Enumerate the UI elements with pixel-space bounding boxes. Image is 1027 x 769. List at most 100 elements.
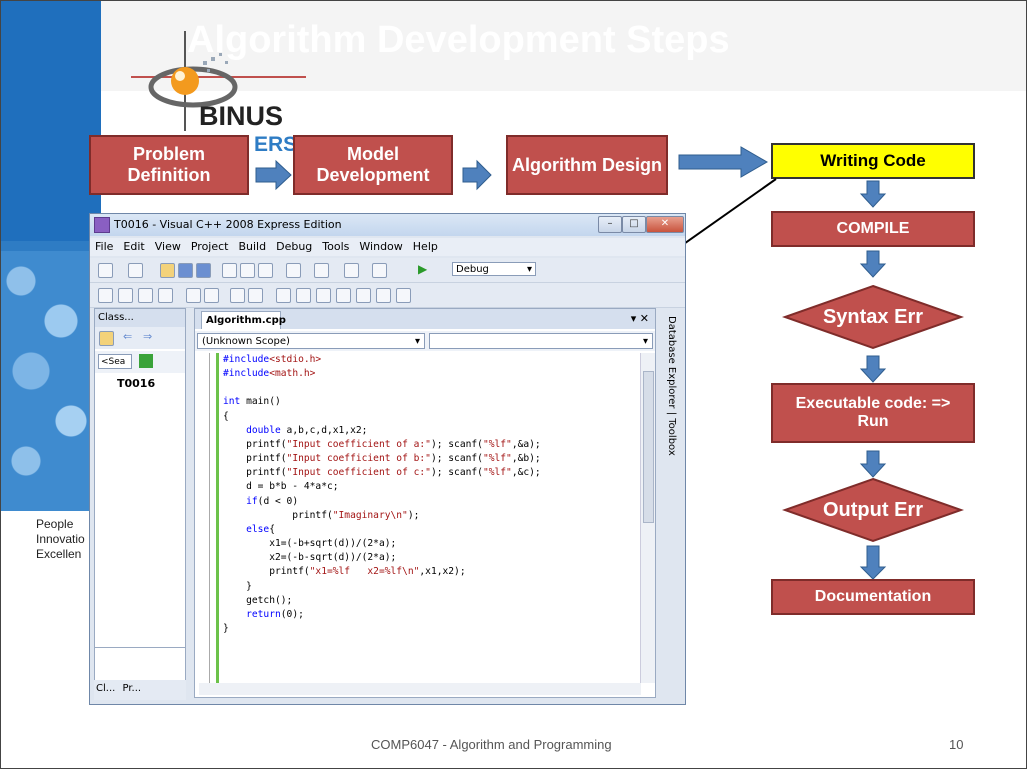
- config-select[interactable]: Debug ▾: [452, 262, 536, 276]
- toolbar-icon[interactable]: [118, 288, 133, 303]
- comment-icon[interactable]: [230, 288, 245, 303]
- menu-window[interactable]: Window: [354, 238, 407, 255]
- save-icon[interactable]: [178, 263, 193, 278]
- menu-tools[interactable]: Tools: [317, 238, 354, 255]
- bookmark-doc-icon[interactable]: [356, 288, 371, 303]
- toolbar-icon[interactable]: [158, 288, 173, 303]
- scope-value: (Unknown Scope): [202, 336, 290, 347]
- side-tool-windows: Database Explorer | Toolbox: [664, 308, 682, 508]
- indent-icon[interactable]: [204, 288, 219, 303]
- add-item-icon[interactable]: [128, 263, 143, 278]
- code-line: else{: [246, 523, 275, 535]
- bookmark-folder-icon[interactable]: [336, 288, 351, 303]
- footer-course: COMP6047 - Algorithm and Programming: [371, 737, 612, 752]
- bookmark-clear-icon[interactable]: [376, 288, 391, 303]
- code-line: printf("Imaginary\n");: [223, 509, 420, 521]
- app-icon: [94, 217, 110, 233]
- ide-title: T0016 - Visual C++ 2008 Express Edition: [114, 218, 342, 231]
- down-arrow-icon: [859, 450, 887, 478]
- maximize-icon[interactable]: □: [622, 216, 646, 233]
- bookmark-icon[interactable]: [276, 288, 291, 303]
- code-line: printf("x1=%lf x2=%lf\n",x1,x2);: [223, 566, 466, 578]
- bookmark-next-icon[interactable]: [316, 288, 331, 303]
- panel-tabs: Cl... Pr...: [94, 680, 186, 700]
- code-line: double a,b,c,d,x1,x2;: [246, 424, 368, 436]
- vertical-scrollbar[interactable]: [640, 353, 655, 683]
- tab-property-manager[interactable]: Pr...: [120, 680, 143, 697]
- code-line: x2=(-b-sqrt(d))/(2*a);: [223, 552, 397, 564]
- standard-toolbar: ▶ Debug ▾: [90, 258, 685, 283]
- code-line: getch();: [223, 594, 293, 606]
- menu-help[interactable]: Help: [408, 238, 443, 255]
- step-documentation: Documentation: [771, 579, 975, 615]
- tab-toolbox[interactable]: Toolbox: [666, 418, 677, 456]
- class-view-header: Class...: [95, 309, 185, 327]
- undo-icon[interactable]: [286, 263, 301, 278]
- menu-build[interactable]: Build: [233, 238, 271, 255]
- panel-divider: [95, 647, 185, 648]
- search-input[interactable]: <Sea: [98, 354, 132, 369]
- step-compile: COMPILE: [771, 211, 975, 247]
- menu-debug[interactable]: Debug: [271, 238, 317, 255]
- ide-menubar: File Edit View Project Build Debug Tools Window…: [90, 238, 685, 256]
- tab-side-panel[interactable]: Database Explorer | Toolbox: [666, 316, 677, 456]
- code-line: {: [223, 410, 229, 422]
- menu-file[interactable]: File: [90, 238, 118, 255]
- toolbar-icon[interactable]: [138, 288, 153, 303]
- forward-icon[interactable]: ⇒: [143, 330, 152, 343]
- slide: BINUS ERS Algorithm Development Steps Pe…: [0, 0, 1027, 769]
- code-line: if(d < 0): [246, 495, 299, 507]
- code-line: printf("Input coefficient of c:"); scanf…: [223, 467, 541, 479]
- copy-icon[interactable]: [240, 263, 255, 278]
- new-project-icon[interactable]: [98, 263, 113, 278]
- folder-icon[interactable]: [99, 331, 114, 346]
- close-icon[interactable]: ✕: [646, 216, 684, 233]
- tab-algorithm-cpp[interactable]: Algorithm.cpp: [201, 311, 286, 329]
- code-line: }: [223, 622, 229, 634]
- save-all-icon[interactable]: [196, 263, 211, 278]
- code-line: printf("Input coefficient of a:"); scanf…: [223, 438, 541, 450]
- editor-gutter: [209, 353, 220, 693]
- class-view-panel: Class... ⇐ ⇒ <Sea T0016: [94, 308, 186, 698]
- uncomment-icon[interactable]: [248, 288, 263, 303]
- menu-project[interactable]: Project: [186, 238, 234, 255]
- tab-database-explorer[interactable]: Database Explorer: [666, 316, 677, 409]
- member-select[interactable]: ▾: [429, 333, 653, 349]
- code-line: }: [223, 580, 252, 592]
- horizontal-scrollbar[interactable]: [199, 683, 641, 695]
- bookmark-prev-icon[interactable]: [296, 288, 311, 303]
- scope-select[interactable]: (Unknown Scope) ▾: [197, 333, 425, 349]
- syntax-err-label: Syntax Err: [822, 305, 924, 328]
- go-icon[interactable]: [139, 354, 153, 368]
- class-view-search: <Sea: [95, 351, 185, 373]
- menu-view[interactable]: View: [150, 238, 186, 255]
- step-executable-code: Executable code: => Run: [771, 383, 975, 443]
- chevron-down-icon: ▾: [414, 336, 420, 347]
- toolbar-icon[interactable]: [396, 288, 411, 303]
- toolbar-icon[interactable]: [98, 288, 113, 303]
- down-arrow-icon: [859, 355, 887, 383]
- outdent-icon[interactable]: [186, 288, 201, 303]
- navigate-icon[interactable]: [344, 263, 359, 278]
- paste-icon[interactable]: [258, 263, 273, 278]
- code-line: #include<math.h>: [223, 368, 316, 380]
- minimize-icon[interactable]: –: [598, 216, 622, 233]
- open-icon[interactable]: [160, 263, 175, 278]
- code-text[interactable]: #include<stdio.h> #include<math.h> int ma…: [223, 353, 633, 636]
- code-line: printf("Input coefficient of b:"); scanf…: [223, 453, 541, 465]
- close-icon[interactable]: ▾ ✕: [631, 312, 649, 325]
- redo-icon[interactable]: [314, 263, 329, 278]
- code-line: int main(): [223, 396, 281, 408]
- down-arrow-icon: [859, 180, 887, 208]
- menu-edit[interactable]: Edit: [118, 238, 149, 255]
- start-debug-icon[interactable]: ▶: [418, 262, 427, 276]
- window-icon[interactable]: [372, 263, 387, 278]
- cut-icon[interactable]: [222, 263, 237, 278]
- chevron-down-icon: ▾: [526, 264, 532, 275]
- right-arrow-icon: [462, 159, 492, 191]
- code-line: #include<stdio.h>: [223, 354, 322, 365]
- text-editor-toolbar: [90, 283, 685, 308]
- tree-item-project[interactable]: T0016: [117, 377, 155, 390]
- tab-class-view[interactable]: Cl...: [94, 680, 117, 697]
- back-icon[interactable]: ⇐: [123, 330, 132, 343]
